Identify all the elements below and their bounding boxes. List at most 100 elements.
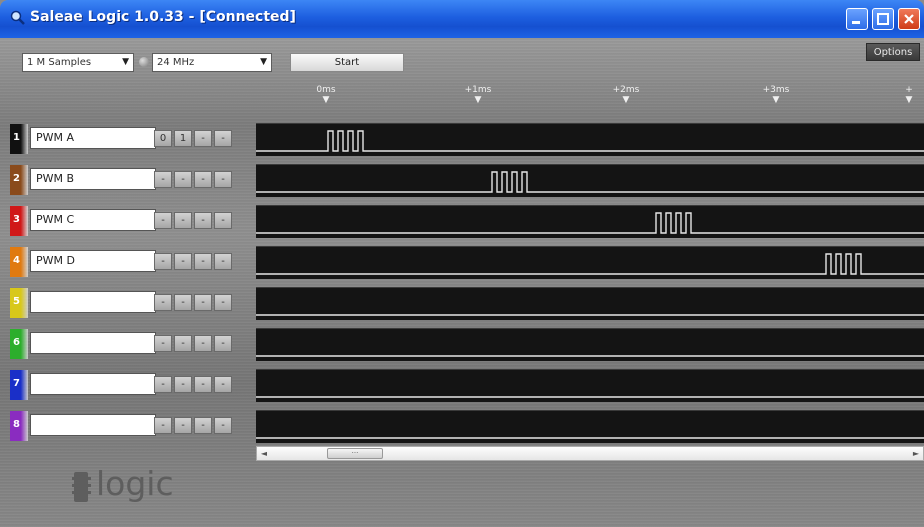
waveform-display[interactable] (256, 410, 924, 443)
channel-trigger-button[interactable]: 1 (174, 130, 192, 147)
rate-select-value: 24 MHz (157, 57, 195, 68)
scroll-right-icon[interactable]: ► (909, 447, 923, 460)
chevron-down-icon: ▼ (260, 57, 267, 67)
channel-trigger-button[interactable]: - (174, 253, 192, 270)
channel-trigger-button[interactable]: - (154, 376, 172, 393)
waveform-display[interactable] (256, 328, 924, 361)
waveform-trace (256, 396, 924, 398)
channel-name-input[interactable]: PWM A (30, 127, 156, 149)
channel-trigger-button[interactable]: - (194, 376, 212, 393)
channel-name-input[interactable]: PWM B (30, 168, 156, 190)
waveform-display[interactable] (256, 287, 924, 320)
channel-trigger-button[interactable]: - (214, 376, 232, 393)
waveform-display[interactable] (256, 164, 924, 197)
waveform-display[interactable] (256, 369, 924, 402)
logic-logo-icon (72, 472, 91, 502)
maximize-icon (877, 13, 889, 25)
horizontal-scrollbar[interactable]: ◄ ··· ► (256, 446, 924, 461)
channel-color-tab[interactable]: 4 (10, 247, 28, 277)
channel-trigger-button[interactable]: - (214, 335, 232, 352)
channel-trigger-button[interactable]: - (194, 130, 212, 147)
chevron-down-icon: ▼ (122, 57, 129, 67)
channel-trigger-button[interactable]: - (154, 335, 172, 352)
app-magnifier-icon (10, 10, 25, 25)
channel-color-tab[interactable]: 8 (10, 411, 28, 441)
channel-name-input[interactable]: PWM C (30, 209, 156, 231)
waveform-display[interactable] (256, 246, 924, 279)
tick-marker-icon: ▼ (474, 95, 482, 105)
channel-name-input[interactable] (30, 414, 156, 436)
channel-trigger-button[interactable]: - (174, 171, 192, 188)
waveform-display[interactable] (256, 205, 924, 238)
signal-line (256, 130, 924, 152)
tick-label: 0ms (316, 85, 336, 95)
channel-trigger-button[interactable]: 0 (154, 130, 172, 147)
minimize-button[interactable] (846, 8, 868, 30)
scrollbar-thumb[interactable]: ··· (327, 448, 383, 459)
timeline-tick: + ▼ (894, 85, 924, 106)
waveform-display[interactable] (256, 123, 924, 156)
channel-row: 7---- (10, 368, 924, 402)
waveform-trace (256, 314, 924, 316)
channel-trigger-button[interactable]: - (194, 171, 212, 188)
timeline-tick: 0ms ▼ (306, 85, 346, 106)
samples-select[interactable]: 1 M Samples ▼ (22, 53, 134, 72)
timeline-tick: +3ms ▼ (756, 85, 796, 106)
channel-row: 8---- (10, 409, 924, 443)
channel-trigger-button[interactable]: - (174, 376, 192, 393)
channel-trigger-button[interactable]: - (194, 212, 212, 229)
options-button[interactable]: Options (866, 43, 920, 61)
waveform-trace (256, 253, 924, 275)
channel-color-tab[interactable]: 3 (10, 206, 28, 236)
tick-label: + (905, 85, 913, 95)
timeline-tick: +1ms ▼ (458, 85, 498, 106)
channel-trigger-button[interactable]: - (154, 294, 172, 311)
channel-color-tab[interactable]: 7 (10, 370, 28, 400)
close-button[interactable] (898, 8, 920, 30)
tick-marker-icon: ▼ (622, 95, 630, 105)
waveform-trace (256, 355, 924, 357)
channel-trigger-button[interactable]: - (194, 335, 212, 352)
channel-trigger-button[interactable]: - (194, 417, 212, 434)
signal-line (256, 212, 924, 234)
channel-row: 3 PWM C---- (10, 204, 924, 238)
channel-trigger-button[interactable]: - (214, 417, 232, 434)
scroll-left-icon[interactable]: ◄ (257, 447, 271, 460)
waveform-trace (256, 437, 924, 439)
channel-name-input[interactable] (30, 332, 156, 354)
channel-color-tab[interactable]: 5 (10, 288, 28, 318)
channel-trigger-button[interactable]: - (174, 335, 192, 352)
samples-select-value: 1 M Samples (27, 57, 92, 68)
channel-name-input[interactable]: PWM D (30, 250, 156, 272)
channel-trigger-button[interactable]: - (214, 253, 232, 270)
channel-color-tab[interactable]: 1 (10, 124, 28, 154)
channel-trigger-button[interactable]: - (214, 130, 232, 147)
channel-color-tab[interactable]: 2 (10, 165, 28, 195)
tick-marker-icon: ▼ (772, 95, 780, 105)
channel-trigger-button[interactable]: - (174, 294, 192, 311)
channel-trigger-button[interactable]: - (214, 294, 232, 311)
channel-trigger-button[interactable]: - (174, 417, 192, 434)
channel-trigger-button[interactable]: - (154, 171, 172, 188)
title-bar: Saleae Logic 1.0.33 - [Connected] (0, 0, 924, 38)
start-button[interactable]: Start (290, 53, 404, 72)
channel-trigger-button[interactable]: - (194, 253, 212, 270)
rate-select[interactable]: 24 MHz ▼ (152, 53, 272, 72)
channel-trigger-button[interactable]: - (214, 212, 232, 229)
channel-name-input[interactable] (30, 373, 156, 395)
channel-row: 1 PWM A01-- (10, 122, 924, 156)
channel-trigger-button[interactable]: - (154, 417, 172, 434)
channel-color-tab[interactable]: 6 (10, 329, 28, 359)
tick-label: +3ms (762, 85, 790, 95)
channel-trigger-button[interactable]: - (214, 171, 232, 188)
channel-trigger-button[interactable]: - (194, 294, 212, 311)
logo-text: logic (96, 464, 174, 503)
channel-trigger-button[interactable]: - (154, 253, 172, 270)
logic-logo: logic (72, 464, 202, 510)
channel-trigger-button[interactable]: - (174, 212, 192, 229)
channel-trigger-button[interactable]: - (154, 212, 172, 229)
channel-row: 5---- (10, 286, 924, 320)
maximize-button[interactable] (872, 8, 894, 30)
channel-name-input[interactable] (30, 291, 156, 313)
signal-line (256, 253, 924, 275)
